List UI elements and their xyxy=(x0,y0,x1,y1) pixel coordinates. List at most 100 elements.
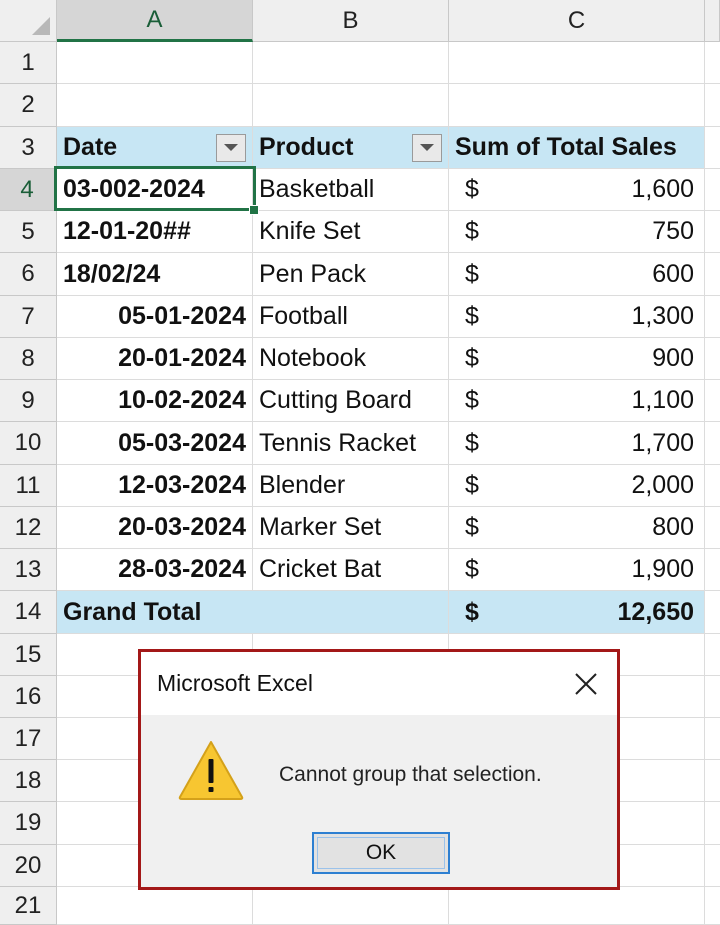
sales-amount: 1,600 xyxy=(631,175,694,203)
row-header-16[interactable]: 16 xyxy=(0,676,57,718)
column-header-overflow xyxy=(705,0,720,42)
grand-total-sales[interactable]: $12,650 xyxy=(449,591,705,634)
fill-handle[interactable] xyxy=(249,205,259,215)
pivot-sales-cell[interactable]: $750 xyxy=(449,211,705,253)
pivot-sales-cell[interactable]: $1,300 xyxy=(449,296,705,338)
row-header-19[interactable]: 19 xyxy=(0,802,57,845)
cell-a2[interactable] xyxy=(57,84,253,127)
pivot-product-cell[interactable]: Cricket Bat xyxy=(253,549,449,591)
cell-overflow-6 xyxy=(705,253,720,296)
cell-overflow-17 xyxy=(705,718,720,760)
pivot-sales-cell[interactable]: $800 xyxy=(449,507,705,549)
pivot-header-date[interactable]: Date xyxy=(57,127,253,169)
cell-overflow-18 xyxy=(705,760,720,802)
pivot-date-cell[interactable]: 12-03-2024 xyxy=(57,465,253,507)
pivot-date-cell[interactable]: 05-03-2024 xyxy=(57,422,253,465)
cell-overflow-7 xyxy=(705,296,720,338)
cell-overflow-2 xyxy=(705,84,720,127)
pivot-date-cell[interactable]: 10-02-2024 xyxy=(57,380,253,422)
cell-overflow-19 xyxy=(705,802,720,845)
cell-b2[interactable] xyxy=(253,84,449,127)
pivot-sales-cell[interactable]: $1,700 xyxy=(449,422,705,465)
cell-overflow-16 xyxy=(705,676,720,718)
row-header-12[interactable]: 12 xyxy=(0,507,57,549)
column-header-a[interactable]: A xyxy=(57,0,253,42)
cell-c1[interactable] xyxy=(449,42,705,84)
pivot-date-cell[interactable]: 12-01-20## xyxy=(57,211,253,253)
pivot-date-cell[interactable]: 18/02/24 xyxy=(57,253,253,296)
pivot-sales-cell[interactable]: $1,600 xyxy=(449,169,705,211)
pivot-date-cell[interactable]: 20-03-2024 xyxy=(57,507,253,549)
ok-button[interactable]: OK xyxy=(312,832,450,874)
pivot-date-cell[interactable]: 03-002-2024 xyxy=(57,169,253,211)
dialog-title: Microsoft Excel xyxy=(157,670,313,696)
currency-symbol: $ xyxy=(465,428,479,457)
cell-overflow-12 xyxy=(705,507,720,549)
cell-overflow-3 xyxy=(705,127,720,169)
row-header-7[interactable]: 7 xyxy=(0,296,57,338)
sales-amount: 1,700 xyxy=(631,428,694,457)
row-header-1[interactable]: 1 xyxy=(0,42,57,84)
dialog-titlebar[interactable]: Microsoft Excel xyxy=(141,652,617,715)
grand-total-empty[interactable] xyxy=(253,591,449,634)
grand-total-label[interactable]: Grand Total xyxy=(57,591,253,634)
pivot-header-sales[interactable]: Sum of Total Sales xyxy=(449,127,705,169)
sales-amount: 600 xyxy=(652,259,694,288)
row-header-5[interactable]: 5 xyxy=(0,211,57,253)
cell-c2[interactable] xyxy=(449,84,705,127)
cell-a21[interactable] xyxy=(57,887,253,925)
cell-b21[interactable] xyxy=(253,887,449,925)
row-header-13[interactable]: 13 xyxy=(0,549,57,591)
cell-c21[interactable] xyxy=(449,887,705,925)
filter-dropdown-product[interactable] xyxy=(412,133,442,162)
row-header-11[interactable]: 11 xyxy=(0,465,57,507)
cell-a1[interactable] xyxy=(57,42,253,84)
pivot-product-cell[interactable]: Cutting Board xyxy=(253,380,449,422)
pivot-sales-cell[interactable]: $1,900 xyxy=(449,549,705,591)
pivot-product-cell[interactable]: Notebook xyxy=(253,338,449,380)
pivot-product-cell[interactable]: Tennis Racket xyxy=(253,422,449,465)
pivot-sales-cell[interactable]: $2,000 xyxy=(449,465,705,507)
pivot-header-product[interactable]: Product xyxy=(253,127,449,169)
row-header-8[interactable]: 8 xyxy=(0,338,57,380)
row-header-10[interactable]: 10 xyxy=(0,422,57,465)
pivot-date-cell[interactable]: 20-01-2024 xyxy=(57,338,253,380)
row-header-20[interactable]: 20 xyxy=(0,845,57,887)
pivot-sales-cell[interactable]: $1,100 xyxy=(449,380,705,422)
row-header-21[interactable]: 21 xyxy=(0,887,57,925)
column-header-c[interactable]: C xyxy=(449,0,705,42)
select-all-corner[interactable] xyxy=(0,0,57,42)
cell-overflow-8 xyxy=(705,338,720,380)
pivot-product-cell[interactable]: Knife Set xyxy=(253,211,449,253)
pivot-product-cell[interactable]: Football xyxy=(253,296,449,338)
column-header-b[interactable]: B xyxy=(253,0,449,42)
row-header-15[interactable]: 15 xyxy=(0,634,57,676)
pivot-sales-cell[interactable]: $900 xyxy=(449,338,705,380)
row-header-2[interactable]: 2 xyxy=(0,84,57,127)
cell-b1[interactable] xyxy=(253,42,449,84)
row-header-9[interactable]: 9 xyxy=(0,380,57,422)
pivot-product-cell[interactable]: Marker Set xyxy=(253,507,449,549)
pivot-sales-cell[interactable]: $600 xyxy=(449,253,705,296)
row-header-4[interactable]: 4 xyxy=(0,169,57,211)
close-icon[interactable] xyxy=(569,667,603,701)
pivot-header-date-label: Date xyxy=(63,133,118,161)
pivot-date-cell[interactable]: 05-01-2024 xyxy=(57,296,253,338)
pivot-product-cell[interactable]: Basketball xyxy=(253,169,449,211)
pivot-product-cell[interactable]: Blender xyxy=(253,465,449,507)
pivot-date-cell[interactable]: 28-03-2024 xyxy=(57,549,253,591)
row-header-6[interactable]: 6 xyxy=(0,253,57,296)
currency-symbol: $ xyxy=(465,555,479,583)
filter-dropdown-date[interactable] xyxy=(216,133,246,162)
row-header-3[interactable]: 3 xyxy=(0,127,57,169)
sales-amount: 900 xyxy=(652,344,694,372)
cell-overflow-1 xyxy=(705,42,720,84)
warning-icon xyxy=(177,739,245,806)
row-header-18[interactable]: 18 xyxy=(0,760,57,802)
cell-overflow-14 xyxy=(705,591,720,634)
pivot-product-cell[interactable]: Pen Pack xyxy=(253,253,449,296)
cell-overflow-9 xyxy=(705,380,720,422)
row-header-17[interactable]: 17 xyxy=(0,718,57,760)
grand-total-amount: 12,650 xyxy=(617,597,694,626)
row-header-14[interactable]: 14 xyxy=(0,591,57,634)
